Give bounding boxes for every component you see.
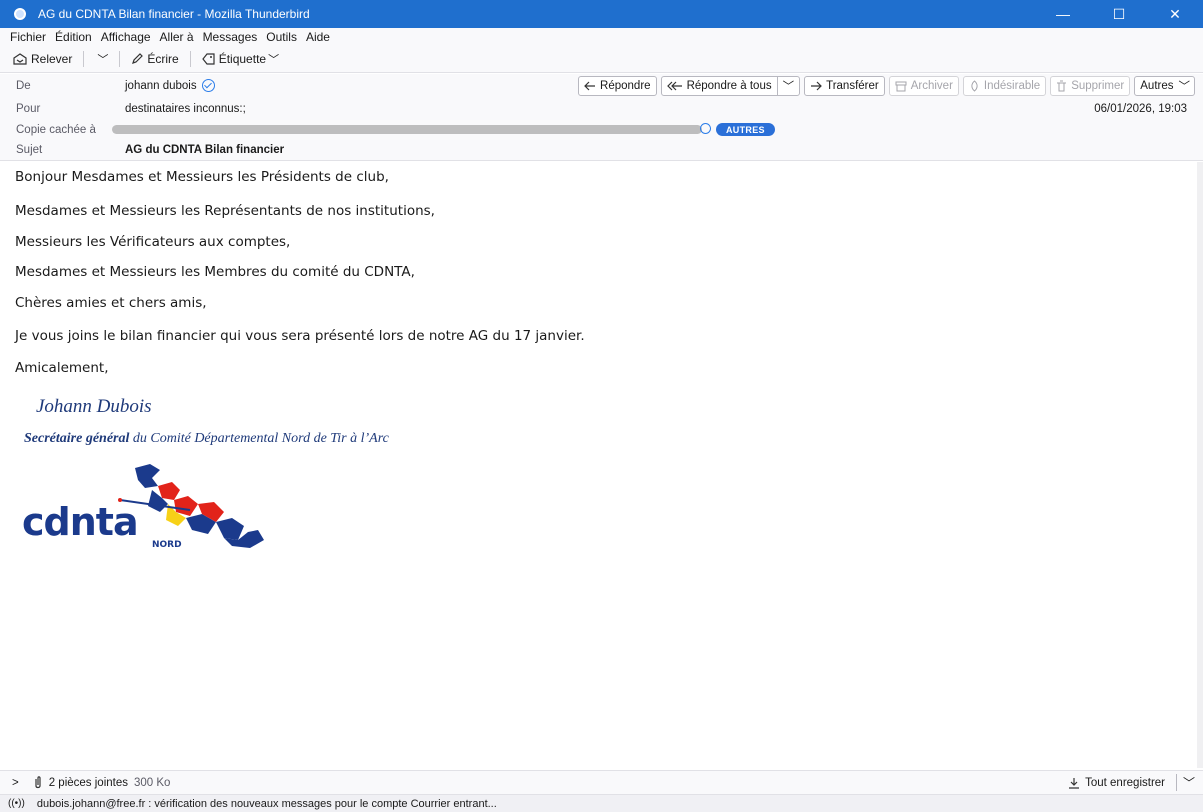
archive-icon: [895, 81, 907, 91]
attachments-count[interactable]: 2 pièces jointes: [49, 777, 128, 789]
tag-label: Étiquette: [218, 52, 267, 66]
save-all-label: Tout enregistrer: [1085, 776, 1165, 789]
expand-attachments-icon[interactable]: >: [12, 777, 19, 789]
write-label: Écrire: [147, 52, 179, 66]
subject-value: AG du CDNTA Bilan financier: [125, 143, 285, 156]
reply-all-button[interactable]: Répondre à tous ﹀: [660, 76, 801, 96]
reply-icon: [584, 81, 596, 91]
minimize-button[interactable]: —: [1035, 0, 1091, 28]
close-button[interactable]: ✕: [1147, 0, 1203, 28]
chevron-down-icon: ﹀: [268, 54, 280, 66]
menu-fichier[interactable]: Fichier: [10, 30, 46, 44]
maximize-button[interactable]: ☐: [1091, 0, 1147, 28]
delete-button[interactable]: Supprimer: [1050, 76, 1131, 96]
status-text: dubois.johann@free.fr : vérification des…: [36, 797, 497, 810]
message-header: De johann dubois Répondre Répondre à tou…: [0, 74, 1203, 161]
body-line: Mesdames et Messieurs les Représentants …: [15, 203, 435, 219]
paperclip-icon: [35, 776, 41, 789]
more-button[interactable]: Autres ﹀: [1134, 76, 1195, 96]
message-date: 06/01/2026, 19:03: [1094, 102, 1187, 115]
menu-aide[interactable]: Aide: [306, 30, 330, 44]
body-line: Mesdames et Messieurs les Membres du com…: [15, 264, 415, 280]
to-label: Pour: [16, 102, 41, 115]
verified-icon: [201, 79, 215, 92]
forward-label: Transférer: [826, 80, 879, 92]
from-value[interactable]: johann dubois: [125, 79, 215, 92]
get-messages-dropdown[interactable]: ﹀: [90, 49, 113, 69]
reply-label: Répondre: [600, 80, 651, 92]
main-toolbar: Relever ﹀ Écrire Étiquette ﹀: [0, 46, 1203, 73]
junk-label: Indésirable: [983, 80, 1041, 92]
reply-all-dropdown[interactable]: ﹀: [776, 77, 800, 95]
logo-subtext: NORD: [152, 540, 182, 550]
signature-title: Secrétaire général du Comité Département…: [24, 431, 389, 446]
more-label: Autres: [1140, 80, 1174, 92]
write-button[interactable]: Écrire: [126, 50, 183, 68]
subject-label: Sujet: [16, 143, 43, 156]
chevron-down-icon: ﹀: [782, 81, 795, 93]
to-row: Pour destinataires inconnus:; 06/01/2026…: [0, 99, 1203, 118]
get-messages-icon: [13, 53, 27, 65]
download-icon: [1069, 777, 1080, 789]
archive-label: Archiver: [910, 80, 953, 92]
menu-messages[interactable]: Messages: [203, 30, 258, 44]
save-all-button[interactable]: Tout enregistrer: [1068, 777, 1165, 789]
attachments-size: 300 Ko: [134, 776, 171, 789]
junk-icon: [971, 80, 978, 92]
cdnta-logo: cdnta NORD: [20, 460, 270, 555]
thunderbird-icon: [14, 8, 26, 20]
menu-aller-a[interactable]: Aller à: [160, 30, 194, 44]
chevron-down-icon[interactable]: ﹀: [1175, 774, 1195, 791]
reply-all-label: Répondre à tous: [686, 80, 772, 92]
menu-outils[interactable]: Outils: [266, 30, 297, 44]
verified-icon: [700, 123, 711, 134]
subject-row: Sujet AG du CDNTA Bilan financier: [0, 140, 1203, 159]
reply-all-main[interactable]: Répondre à tous: [662, 77, 777, 95]
forward-icon: [811, 81, 822, 91]
body-line: Bonjour Mesdames et Messieurs les Présid…: [15, 169, 389, 185]
trash-icon: [1057, 80, 1067, 92]
redacted-recipients: [112, 125, 702, 134]
pencil-icon: [132, 53, 144, 64]
logo-text: cdnta: [22, 500, 139, 544]
from-label: De: [16, 79, 31, 92]
menu-affichage[interactable]: Affichage: [101, 30, 151, 44]
vertical-scrollbar[interactable]: [1197, 162, 1203, 768]
attachments-bar: > 2 pièces jointes 300 Ko Tout enregistr…: [0, 770, 1203, 794]
forward-button[interactable]: Transférer: [804, 76, 885, 96]
toolbar-divider: [119, 51, 121, 67]
delete-label: Supprimer: [1071, 80, 1125, 92]
archive-button[interactable]: Archiver: [888, 76, 959, 96]
activity-icon[interactable]: ((•)): [8, 798, 25, 809]
get-messages-button[interactable]: Relever: [8, 50, 77, 68]
tag-icon: [201, 53, 215, 65]
title-bar: AG du CDNTA Bilan financier - Mozilla Th…: [0, 0, 1203, 28]
chevron-down-icon: ﹀: [97, 54, 109, 66]
window-title: AG du CDNTA Bilan financier - Mozilla Th…: [38, 7, 310, 21]
to-value[interactable]: destinataires inconnus:;: [125, 103, 246, 115]
body-line: Je vous joins le bilan financier qui vou…: [15, 328, 585, 344]
body-line: Chères amies et chers amis,: [15, 295, 207, 311]
header-actions: Répondre Répondre à tous ﹀ Transférer Ar…: [578, 76, 1195, 96]
sender-name: johann dubois: [125, 79, 197, 92]
toolbar-divider: [83, 51, 85, 67]
reply-button[interactable]: Répondre: [578, 76, 657, 96]
more-recipients-badge[interactable]: AUTRES: [716, 123, 775, 136]
window-controls: — ☐ ✕: [1035, 0, 1203, 28]
status-bar: ((•)) dubois.johann@free.fr : vérificati…: [0, 794, 1203, 812]
junk-button[interactable]: Indésirable: [962, 76, 1047, 96]
menu-bar: Fichier Édition Affichage Aller à Messag…: [0, 28, 1203, 46]
chevron-down-icon: ﹀: [1178, 81, 1191, 93]
bcc-label: Copie cachée à: [16, 123, 96, 136]
tag-button[interactable]: Étiquette ﹀: [197, 49, 284, 69]
menu-edition[interactable]: Édition: [55, 30, 92, 44]
signature-name: Johann Dubois: [36, 396, 152, 417]
body-line: Messieurs les Vérificateurs aux comptes,: [15, 234, 291, 250]
toolbar-divider: [189, 51, 191, 67]
body-line: Amicalement,: [15, 360, 109, 376]
reply-all-icon: [666, 81, 682, 91]
get-messages-label: Relever: [31, 52, 73, 66]
